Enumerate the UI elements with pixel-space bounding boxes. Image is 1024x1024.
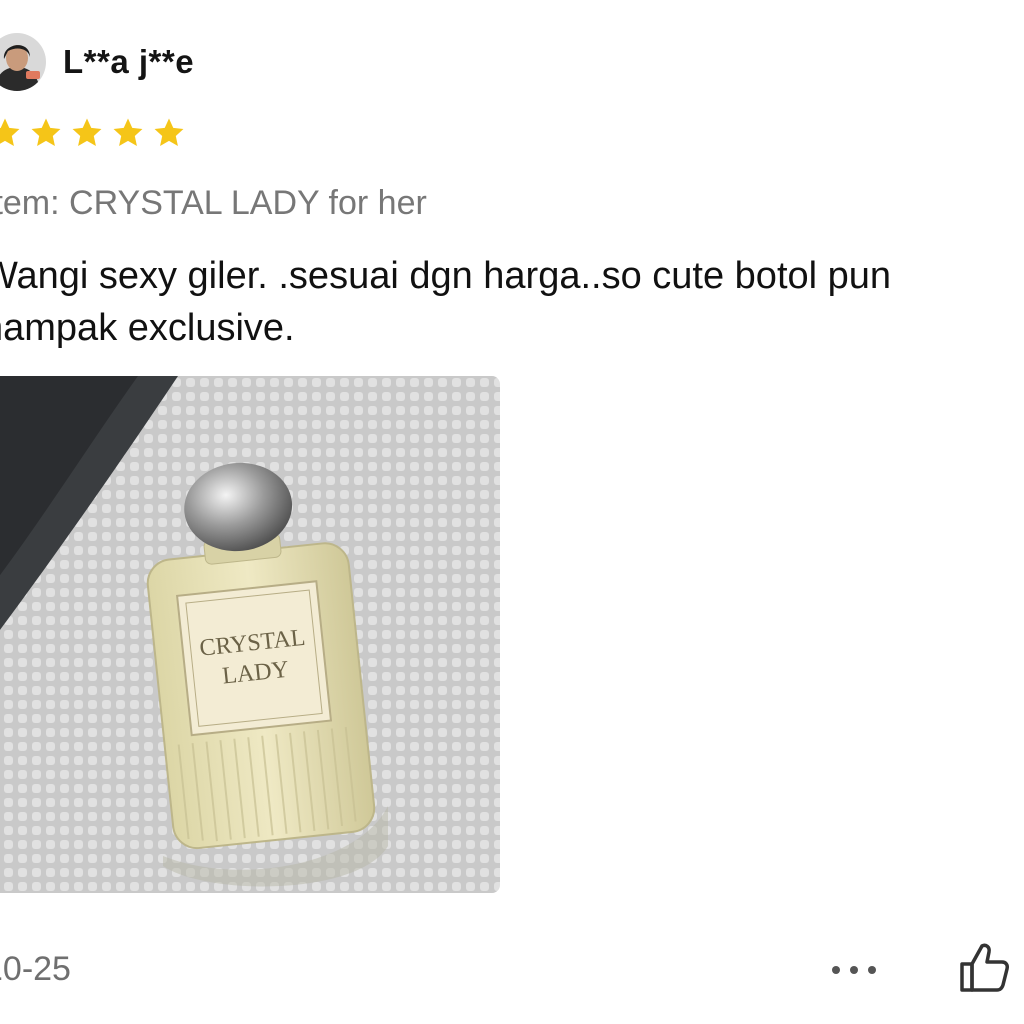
thumbs-up-icon — [960, 943, 1009, 992]
reviewer-name: L**a j**e — [63, 43, 195, 80]
review-card: L**a j**e Item: CRYSTAL LADY for her Wan… — [0, 0, 1024, 1024]
star-icon — [31, 118, 61, 147]
star-icon — [0, 118, 20, 147]
review-page: L**a j**e Item: CRYSTAL LADY for her Wan… — [0, 0, 1024, 1024]
more-options-button[interactable] — [826, 950, 882, 990]
like-button[interactable] — [956, 940, 1012, 996]
star-rating — [0, 116, 186, 150]
more-dots-icon — [832, 966, 876, 974]
review-date: 10-25 — [0, 950, 71, 988]
item-variant-label: Item: CRYSTAL LADY for her — [0, 184, 427, 222]
star-icon — [154, 118, 184, 147]
star-icon — [72, 118, 102, 147]
reviewer-row: L**a j**e — [0, 30, 194, 94]
avatar[interactable] — [0, 33, 46, 91]
star-icon — [113, 118, 143, 147]
review-text: Wangi sexy giler. .sesuai dgn harga..so … — [0, 255, 892, 349]
review-photo[interactable]: CRYSTAL LADY — [0, 376, 500, 893]
